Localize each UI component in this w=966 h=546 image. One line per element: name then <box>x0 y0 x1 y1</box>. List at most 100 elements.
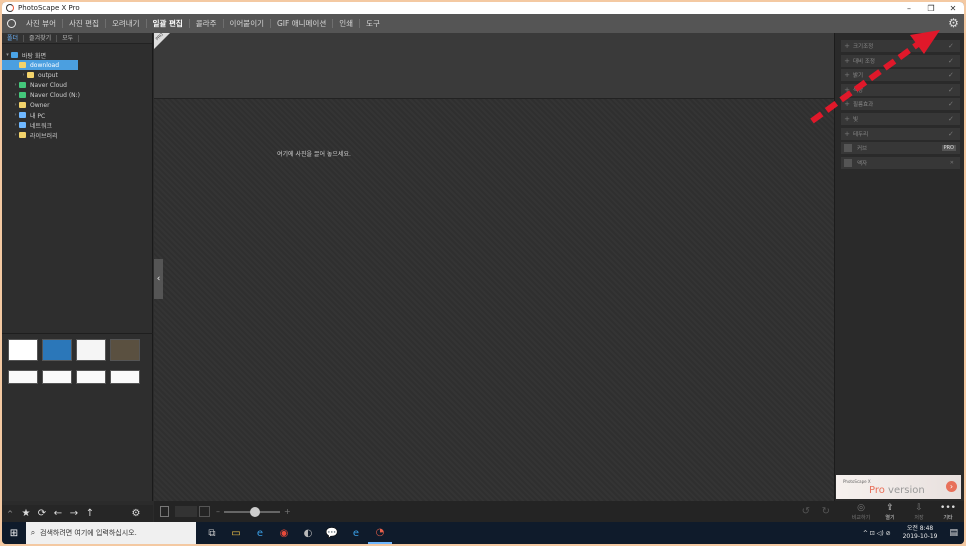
left-tab[interactable]: 모두 <box>57 34 80 42</box>
left-tab[interactable]: 즐겨찾기 <box>24 34 58 42</box>
checkbox[interactable] <box>844 144 852 153</box>
tree-caret-icon[interactable]: › <box>20 72 27 78</box>
pro-version-banner[interactable]: PhotoScape X Pro version › <box>836 475 961 499</box>
check-icon[interactable]: ✓ <box>948 130 960 138</box>
menu-item[interactable]: GIF 애니메이션 <box>271 19 334 28</box>
thumbnail[interactable] <box>110 339 140 361</box>
menu-item[interactable]: 일괄 편집 <box>147 19 190 28</box>
tree-caret-icon[interactable]: › <box>12 132 19 138</box>
thumbnail[interactable] <box>76 339 106 361</box>
batch-filter-row[interactable]: + 빛 ✓ <box>841 113 960 126</box>
restore-button[interactable]: ❐ <box>920 4 942 13</box>
batch-filter-row[interactable]: + 색상 ✓ <box>841 83 960 97</box>
tray-icons[interactable]: ^ ⊡ ◁) ⊘ <box>863 530 891 537</box>
add-icon[interactable]: + <box>841 130 853 138</box>
tree-item[interactable]: › 라이브러리 <box>2 130 152 140</box>
tree-item[interactable]: download <box>2 60 78 70</box>
left-tab[interactable]: 폴더 <box>2 34 25 42</box>
favorite-star-icon[interactable]: ★ <box>18 508 34 519</box>
minimize-button[interactable]: – <box>898 4 920 13</box>
tree-item[interactable]: › output <box>2 70 152 80</box>
rotate-right-icon[interactable]: ↻ <box>822 506 830 517</box>
forward-arrow-icon[interactable]: → <box>66 508 82 519</box>
app-icon[interactable]: ◐ <box>296 522 320 544</box>
thumbnail[interactable] <box>42 339 72 361</box>
zoom-out-icon[interactable]: – <box>216 507 220 516</box>
batch-filter-row[interactable]: + 크기조정 ✓ <box>841 40 960 53</box>
chrome-icon[interactable]: ◉ <box>272 522 296 544</box>
open-button[interactable]: ⇪ 열기 <box>877 503 903 521</box>
add-icon[interactable]: + <box>841 86 853 94</box>
batch-filter-row[interactable]: 커브 PRO <box>841 142 960 156</box>
add-icon[interactable]: + <box>841 115 853 123</box>
notification-icon[interactable]: ▤ <box>943 528 964 538</box>
refresh-icon[interactable]: ⟳ <box>34 508 50 519</box>
batch-filter-row[interactable]: 액자 ✕ <box>841 156 960 170</box>
tree-item[interactable]: › Naver Cloud <box>2 80 152 90</box>
batch-filter-row[interactable]: + 밝기 ✓ <box>841 69 960 83</box>
batch-filter-row[interactable]: + 필름효과 ✓ <box>841 98 960 112</box>
add-icon[interactable]: + <box>841 57 853 65</box>
view-size-field[interactable] <box>175 506 197 517</box>
check-icon[interactable]: ✓ <box>948 42 960 50</box>
file-explorer-icon[interactable]: ▭ <box>224 522 248 544</box>
add-icon[interactable]: + <box>841 100 853 108</box>
checkbox[interactable] <box>844 158 852 167</box>
zoom-in-icon[interactable]: + <box>284 507 291 516</box>
tree-caret-icon[interactable]: › <box>12 82 19 88</box>
check-icon[interactable]: ✓ <box>948 86 960 94</box>
thumbnail[interactable] <box>110 370 140 384</box>
check-icon[interactable]: ✓ <box>948 100 960 108</box>
menu-item[interactable]: 콜라주 <box>190 19 224 28</box>
collapse-up-icon[interactable]: ^ <box>2 510 18 518</box>
menu-item[interactable]: 오려내기 <box>106 19 147 28</box>
menu-item[interactable]: 인쇄 <box>333 19 361 28</box>
view-single-icon[interactable] <box>160 506 169 517</box>
menu-item[interactable]: 도구 <box>360 19 386 28</box>
check-icon[interactable]: ✓ <box>948 71 960 79</box>
check-icon[interactable]: ✓ <box>948 115 960 123</box>
batch-filter-row[interactable]: + 대비 조정 ✓ <box>841 54 960 68</box>
zoom-slider[interactable] <box>224 506 280 517</box>
back-arrow-icon[interactable]: ← <box>50 508 66 519</box>
close-button[interactable]: ✕ <box>942 4 964 13</box>
remove-icon[interactable]: ✕ <box>948 160 956 166</box>
tree-caret-icon[interactable]: › <box>12 92 19 98</box>
home-logo-icon[interactable] <box>2 14 20 33</box>
thumbnail[interactable] <box>8 370 38 384</box>
check-icon[interactable]: ✓ <box>948 57 960 65</box>
settings-icon[interactable]: ⚙ <box>128 508 144 519</box>
zoom-slider-knob[interactable] <box>250 506 260 517</box>
tree-item[interactable]: › Owner <box>2 100 152 110</box>
menu-item[interactable]: 사진 편집 <box>63 19 106 28</box>
thumbnail[interactable] <box>76 370 106 384</box>
tree-item[interactable]: › Naver Cloud (N:) <box>2 90 152 100</box>
tree-item[interactable]: › 내 PC <box>2 110 152 120</box>
tree-item[interactable]: ▾ 바탕 화면 <box>2 50 152 60</box>
photoscape-icon[interactable]: ◔ <box>368 522 392 544</box>
add-icon[interactable]: + <box>841 42 853 50</box>
tree-caret-icon[interactable]: › <box>12 102 19 108</box>
up-arrow-icon[interactable]: ↑ <box>82 508 98 519</box>
taskbar-search-box[interactable]: ⌕ 검색하려면 여기에 입력하십시오. <box>26 522 196 544</box>
thumbnail[interactable] <box>42 370 72 384</box>
menu-item[interactable]: 이어붙이기 <box>224 19 271 28</box>
tree-caret-icon[interactable]: ▾ <box>4 52 11 58</box>
settings-gear-icon[interactable]: ⚙ <box>947 17 960 30</box>
compare-button[interactable]: ◎ 비교하기 <box>848 503 874 521</box>
rotate-left-icon[interactable]: ↺ <box>802 506 810 517</box>
tree-item[interactable]: › 네트워크 <box>2 120 152 130</box>
start-button-icon[interactable]: ⊞ <box>2 528 26 539</box>
batch-filter-row[interactable]: + 테두리 ✓ <box>841 127 960 141</box>
view-grid-icon[interactable] <box>199 506 210 517</box>
tree-caret-icon[interactable]: › <box>12 112 19 118</box>
add-icon[interactable]: + <box>841 71 853 79</box>
tree-caret-icon[interactable]: › <box>12 122 19 128</box>
thumbnail[interactable] <box>8 339 38 361</box>
more-button[interactable]: ••• 기타 <box>935 503 961 521</box>
task-view-icon[interactable]: ⧉ <box>200 522 224 544</box>
save-button[interactable]: ⇩ 저장 <box>906 503 932 521</box>
promo-arrow-icon[interactable]: › <box>946 481 957 492</box>
menu-item[interactable]: 사진 뷰어 <box>20 19 63 28</box>
ie-icon[interactable]: e <box>344 522 368 544</box>
